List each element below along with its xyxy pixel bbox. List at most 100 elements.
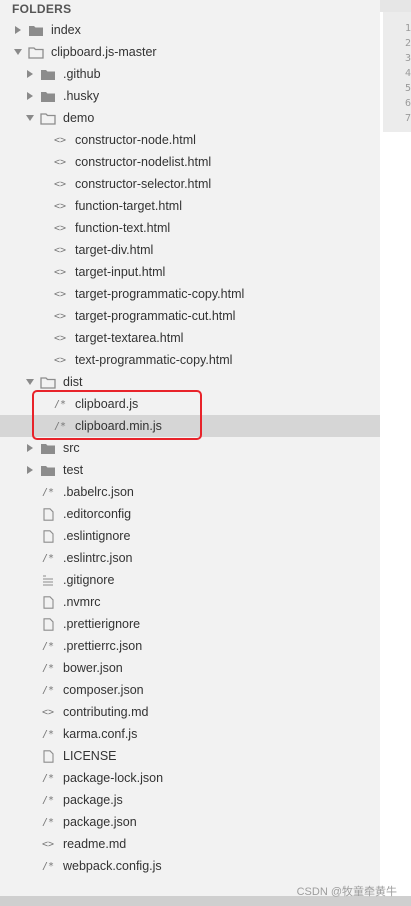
arrow-spacer — [37, 310, 47, 322]
item-label: constructor-node.html — [75, 133, 196, 147]
code-file-icon: <> — [53, 222, 67, 234]
file-row[interactable]: <> target-programmatic-copy.html — [0, 283, 380, 305]
file-row[interactable]: <> constructor-nodelist.html — [0, 151, 380, 173]
script-file-icon: /* — [41, 684, 55, 696]
item-label: .babelrc.json — [63, 485, 134, 499]
file-row[interactable]: <> function-text.html — [0, 217, 380, 239]
folder-row[interactable]: .github — [0, 63, 380, 85]
file-row[interactable]: /* bower.json — [0, 657, 380, 679]
arrow-spacer — [25, 596, 35, 608]
file-row[interactable]: .nvmrc — [0, 591, 380, 613]
chevron-right-icon[interactable] — [25, 90, 35, 102]
folder-row[interactable]: .husky — [0, 85, 380, 107]
folder-icon — [27, 23, 45, 37]
item-label: package-lock.json — [63, 771, 164, 785]
file-row[interactable]: /* .prettierrc.json — [0, 635, 380, 657]
item-label: function-text.html — [75, 221, 171, 235]
code-file-icon: <> — [53, 244, 67, 256]
plain-file-icon — [39, 595, 57, 609]
line-number: 3 — [404, 53, 411, 64]
folder-icon — [39, 67, 57, 81]
item-label: target-input.html — [75, 265, 166, 279]
arrow-spacer — [25, 728, 35, 740]
file-row[interactable]: /* package.json — [0, 811, 380, 833]
chevron-right-icon[interactable] — [25, 464, 35, 476]
chevron-down-icon[interactable] — [25, 376, 35, 388]
file-row[interactable]: .editorconfig — [0, 503, 380, 525]
folder-icon — [39, 441, 57, 455]
file-row[interactable]: .gitignore — [0, 569, 380, 591]
item-label: target-programmatic-copy.html — [75, 287, 245, 301]
item-label: package.js — [63, 793, 123, 807]
item-label: .github — [63, 67, 101, 81]
folder-row[interactable]: dist — [0, 371, 380, 393]
file-row[interactable]: <> constructor-selector.html — [0, 173, 380, 195]
file-row[interactable]: .prettierignore — [0, 613, 380, 635]
folder-row[interactable]: clipboard.js-master — [0, 41, 380, 63]
editor-gutter: 1 2 3 4 5 6 7 — [380, 0, 411, 906]
file-row[interactable]: <> constructor-node.html — [0, 129, 380, 151]
file-row[interactable]: /* package.js — [0, 789, 380, 811]
file-row[interactable]: <> target-programmatic-cut.html — [0, 305, 380, 327]
file-row[interactable]: <> text-programmatic-copy.html — [0, 349, 380, 371]
file-row[interactable]: <> target-div.html — [0, 239, 380, 261]
chevron-right-icon[interactable] — [13, 24, 23, 36]
item-label: dist — [63, 375, 83, 389]
file-row[interactable]: <> target-input.html — [0, 261, 380, 283]
file-row[interactable]: LICENSE — [0, 745, 380, 767]
folder-row[interactable]: test — [0, 459, 380, 481]
item-label: constructor-selector.html — [75, 177, 212, 191]
folder-row[interactable]: demo — [0, 107, 380, 129]
chevron-down-icon[interactable] — [25, 112, 35, 124]
line-number: 5 — [404, 83, 411, 94]
file-row[interactable]: /* karma.conf.js — [0, 723, 380, 745]
folder-row[interactable]: index — [0, 19, 380, 41]
file-row[interactable]: /* clipboard.min.js — [0, 415, 380, 437]
file-row[interactable]: <> target-textarea.html — [0, 327, 380, 349]
chevron-down-icon[interactable] — [13, 46, 23, 58]
folder-icon — [39, 463, 57, 477]
item-label: target-div.html — [75, 243, 154, 257]
file-row[interactable]: /* .babelrc.json — [0, 481, 380, 503]
folder-icon — [39, 89, 57, 103]
item-label: text-programmatic-copy.html — [75, 353, 233, 367]
folder-row[interactable]: src — [0, 437, 380, 459]
item-label: .prettierrc.json — [63, 639, 143, 653]
script-file-icon: /* — [41, 486, 55, 498]
watermark: CSDN @牧童牵黄牛 — [296, 886, 397, 898]
arrow-spacer — [37, 420, 47, 432]
file-row[interactable]: <> readme.md — [0, 833, 380, 855]
arrow-spacer — [25, 816, 35, 828]
plain-file-icon — [39, 507, 57, 521]
item-label: target-programmatic-cut.html — [75, 309, 236, 323]
item-label: composer.json — [63, 683, 144, 697]
file-row[interactable]: .eslintignore — [0, 525, 380, 547]
item-label: function-target.html — [75, 199, 182, 213]
folders-header: FOLDERS — [12, 2, 72, 16]
plain-file-icon — [39, 529, 57, 543]
item-label: karma.conf.js — [63, 727, 138, 741]
chevron-right-icon[interactable] — [25, 442, 35, 454]
item-label: .eslintignore — [63, 529, 131, 543]
script-file-icon: /* — [41, 772, 55, 784]
item-label: .husky — [63, 89, 100, 103]
file-row[interactable]: /* package-lock.json — [0, 767, 380, 789]
arrow-spacer — [37, 244, 47, 256]
file-row[interactable]: /* .eslintrc.json — [0, 547, 380, 569]
arrow-spacer — [25, 508, 35, 520]
file-row[interactable]: /* clipboard.js — [0, 393, 380, 415]
code-file-icon: <> — [53, 266, 67, 278]
arrow-spacer — [37, 178, 47, 190]
chevron-right-icon[interactable] — [25, 68, 35, 80]
file-row[interactable]: /* webpack.config.js — [0, 855, 380, 877]
code-file-icon: <> — [53, 332, 67, 344]
file-row[interactable]: <> function-target.html — [0, 195, 380, 217]
arrow-spacer — [25, 706, 35, 718]
file-row[interactable]: /* composer.json — [0, 679, 380, 701]
file-row[interactable]: <> contributing.md — [0, 701, 380, 723]
item-label: package.json — [63, 815, 137, 829]
code-file-icon: <> — [53, 178, 67, 190]
sidebar: FOLDERS index clipboard.js-master .github.… — [0, 0, 380, 906]
arrow-spacer — [37, 156, 47, 168]
item-label: constructor-nodelist.html — [75, 155, 212, 169]
